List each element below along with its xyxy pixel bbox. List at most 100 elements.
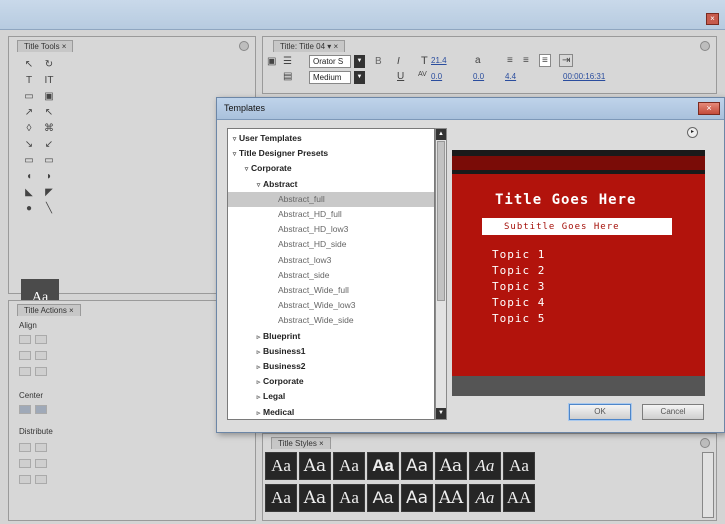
timecode-value[interactable]: 00:00:16:31 [563,72,605,81]
tree-item[interactable]: ▿ User Templates [228,131,434,146]
tree-scrollbar[interactable]: ▲ ▼ [435,128,447,420]
tool-icon[interactable]: ◊ [22,123,36,135]
tool-icon[interactable]: ↙ [42,139,56,151]
tool-icon[interactable]: ↖ [22,59,36,71]
tree-item[interactable]: ▿ Corporate [228,161,434,176]
align-left-text-icon[interactable]: ≡ [507,55,513,66]
disclosure-triangle-icon[interactable]: ▿ [230,132,239,147]
style-swatch[interactable]: Aa [299,452,331,480]
align-center-text-icon[interactable]: ≡ [523,55,529,66]
tree-item[interactable]: ▹ Blueprint [228,329,434,344]
align-right-icon[interactable] [19,367,31,376]
cancel-button[interactable]: Cancel [642,404,704,420]
panel-menu-icon[interactable] [239,41,249,51]
chevron-down-icon[interactable]: ▼ [354,71,365,84]
disclosure-triangle-icon[interactable]: ▹ [254,360,263,375]
templates-icon[interactable]: ▤ [283,71,292,82]
tree-item[interactable]: ▹ Medical [228,405,434,419]
dialog-close-button[interactable]: × [698,102,720,115]
distribute-icon[interactable] [19,459,31,468]
align-middle-icon[interactable] [35,367,47,376]
tree-item[interactable]: Abstract_side [228,268,434,283]
title-tools-tab[interactable]: Title Tools × [17,40,74,52]
align-right-text-icon[interactable]: ≡ [539,54,551,67]
style-swatch[interactable]: Aa [469,452,501,480]
tree-item[interactable]: ▹ Business1 [228,344,434,359]
tree-item[interactable]: Abstract_Wide_low3 [228,298,434,313]
style-swatch[interactable]: Aa [333,452,365,480]
distribute-icon[interactable] [35,443,47,452]
tree-item[interactable]: Abstract_low3 [228,253,434,268]
tab-stops-icon[interactable]: ⇥ [559,54,574,67]
distribute-icon[interactable] [35,475,47,484]
chevron-down-icon[interactable]: ▼ [354,55,365,68]
tool-icon[interactable]: ▭ [22,155,36,167]
scroll-thumb[interactable] [437,141,445,301]
align-center-icon[interactable] [35,335,47,344]
style-swatch[interactable]: Aa [401,484,433,512]
font-size-value[interactable]: 21.4 [431,56,447,65]
disclosure-triangle-icon[interactable]: ▹ [254,375,263,390]
distribute-icon[interactable] [19,475,31,484]
align-left-icon[interactable] [19,335,31,344]
tool-icon[interactable]: ▣ [42,91,56,103]
style-swatch[interactable]: AA [503,484,535,512]
tree-item[interactable]: ▿ Title Designer Presets [228,146,434,161]
tool-icon[interactable]: IT [42,75,56,87]
tree-item[interactable]: ▹ Corporate [228,374,434,389]
title-tab[interactable]: Title: Title 04 ▾ × [273,40,346,52]
style-swatch[interactable]: Aa [333,484,365,512]
tool-icon[interactable]: ◗ [42,171,56,183]
title-styles-tab[interactable]: Title Styles × [271,437,331,449]
tool-icon[interactable]: ↗ [22,107,36,119]
tool-icon[interactable]: ◤ [42,187,56,199]
tool-icon[interactable]: ◣ [22,187,36,199]
disclosure-triangle-icon[interactable]: ▹ [254,390,263,405]
underline-icon[interactable]: U [397,71,404,82]
tool-icon[interactable]: ↖ [42,107,56,119]
panel-menu-icon[interactable] [700,41,710,51]
window-close-button[interactable]: × [706,13,719,25]
styles-scrollbar[interactable] [702,452,714,518]
style-swatch[interactable]: Aa [435,452,467,480]
italic-icon[interactable]: I [397,56,400,67]
style-swatch[interactable]: AA [435,484,467,512]
font-style-field[interactable]: Medium [309,71,351,84]
tracking-value[interactable]: 0.0 [473,72,484,81]
tool-icon[interactable]: ↻ [42,59,56,71]
show-background-icon[interactable]: ▣ [267,56,276,67]
tree-item[interactable]: Abstract_Wide_side [228,313,434,328]
tree-item[interactable]: ▿ Abstract [228,177,434,192]
title-actions-tab[interactable]: Title Actions × [17,304,81,316]
style-swatch[interactable]: Aa [469,484,501,512]
style-swatch[interactable]: Aa [401,452,433,480]
disclosure-triangle-icon[interactable]: ▹ [254,330,263,345]
tree-item[interactable]: ▹ Business2 [228,359,434,374]
disclosure-triangle-icon[interactable]: ▿ [230,147,239,162]
tree-item[interactable]: Abstract_Wide_full [228,283,434,298]
scroll-down-icon[interactable]: ▼ [436,408,446,419]
style-swatch[interactable]: Aa [503,452,535,480]
tool-icon[interactable]: T [22,75,36,87]
tool-icon[interactable]: ● [22,203,36,215]
align-bottom-icon[interactable] [35,351,47,360]
dialog-menu-icon[interactable]: ▸ [687,127,698,138]
style-swatch[interactable]: Aa [265,484,297,512]
tree-item[interactable]: Abstract_HD_full [228,207,434,222]
tool-icon[interactable]: ⌘ [42,123,56,135]
style-swatch[interactable]: Aa [367,452,399,480]
tree-item[interactable]: Abstract_HD_low3 [228,222,434,237]
distribute-icon[interactable] [19,443,31,452]
disclosure-triangle-icon[interactable]: ▹ [254,345,263,360]
kerning-value[interactable]: 0.0 [431,72,442,81]
ok-button[interactable]: OK [569,404,631,420]
style-swatch[interactable]: Aa [367,484,399,512]
style-swatch[interactable]: Aa [265,452,297,480]
disclosure-triangle-icon[interactable]: ▿ [242,162,251,177]
disclosure-triangle-icon[interactable]: ▿ [254,178,263,193]
scroll-up-icon[interactable]: ▲ [436,129,446,140]
tool-icon[interactable]: ╲ [42,203,56,215]
panel-menu-icon[interactable] [700,438,710,448]
tool-icon[interactable]: ◖ [22,171,36,183]
tree-item[interactable]: Abstract_full [228,191,434,207]
